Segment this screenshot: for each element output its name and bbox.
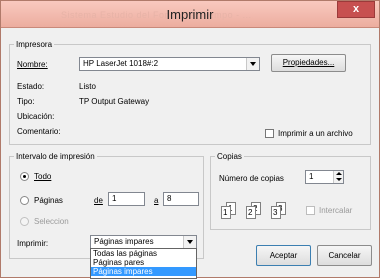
chevron-down-icon: [183, 236, 196, 248]
print-dialog: Sistema Estudio del Fondo del Tiempo - .…: [0, 0, 380, 279]
range-all-radio[interactable]: [20, 172, 29, 181]
printer-group-label: Impresora: [16, 40, 53, 49]
range-from-input[interactable]: 1: [108, 192, 145, 206]
printer-name-dropdown[interactable]: HP LaserJet 1018#:2: [79, 57, 260, 71]
status-value: Listo: [79, 82, 96, 91]
title-bar[interactable]: Sistema Estudio del Fondo del Tiempo - .…: [1, 1, 379, 28]
print-what-dropdown[interactable]: Páginas impares: [90, 235, 197, 249]
accept-button[interactable]: Aceptar: [256, 245, 311, 266]
print-what-options-list[interactable]: Todas las páginas Páginas pares Páginas …: [90, 248, 197, 279]
range-pages-label[interactable]: Páginas: [34, 196, 63, 205]
range-from-value: 1: [112, 194, 117, 203]
accept-button-label: Aceptar: [269, 251, 298, 260]
range-to-value: 8: [167, 194, 172, 203]
range-selection-label[interactable]: Seleccion: [34, 217, 69, 226]
print-to-file-label[interactable]: Imprimir a un archivo: [278, 129, 353, 138]
window-title: Imprimir: [166, 7, 214, 22]
print-to-file-checkbox[interactable]: [265, 129, 274, 138]
list-item[interactable]: Todas las páginas: [91, 249, 196, 258]
collate-page-front: 1: [221, 206, 231, 219]
type-value: TP Output Gateway: [79, 97, 150, 106]
type-label: Tipo:: [17, 97, 35, 106]
range-to-input[interactable]: 8: [163, 192, 199, 206]
printer-name-value: HP LaserJet 1018#:2: [83, 59, 159, 68]
properties-button[interactable]: Propiedades...: [271, 54, 346, 72]
range-to-label: a: [154, 196, 159, 205]
collate-page-front: 3: [271, 206, 281, 219]
copies-number-label: Número de copias: [219, 174, 284, 183]
cancel-button-label: Cancelar: [328, 251, 361, 260]
range-selection-radio[interactable]: [20, 217, 29, 226]
range-all-label[interactable]: Todo: [34, 172, 51, 181]
copies-group: Copias: [210, 152, 371, 230]
spinner-arrows-icon[interactable]: [333, 171, 343, 183]
range-pages-radio[interactable]: [20, 196, 29, 205]
comment-label: Comentario:: [17, 127, 61, 136]
collate-label[interactable]: Intercalar: [319, 206, 352, 215]
status-label: Estado:: [17, 82, 45, 91]
print-what-label: Imprimir:: [17, 239, 49, 248]
collate-page-front: 2: [246, 206, 256, 219]
collate-checkbox[interactable]: [306, 206, 315, 215]
print-what-selected: Páginas impares: [94, 237, 154, 246]
close-icon: x: [352, 3, 360, 15]
range-from-label: de: [94, 196, 103, 205]
print-range-group-label: Intervalo de impresión: [16, 152, 95, 161]
copies-group-label: Copias: [217, 152, 242, 161]
properties-button-label: Propiedades...: [282, 58, 335, 67]
copies-number-stepper[interactable]: 1: [305, 170, 344, 184]
close-button[interactable]: x: [337, 1, 375, 18]
printer-name-label: Nombre:: [17, 60, 48, 69]
list-item[interactable]: Páginas impares: [91, 267, 196, 276]
location-label: Ubicación:: [17, 112, 55, 121]
list-item[interactable]: Páginas pares: [91, 258, 196, 267]
cancel-button[interactable]: Cancelar: [317, 245, 372, 266]
chevron-down-icon: [246, 58, 259, 70]
copies-number-value: 1: [309, 172, 314, 181]
